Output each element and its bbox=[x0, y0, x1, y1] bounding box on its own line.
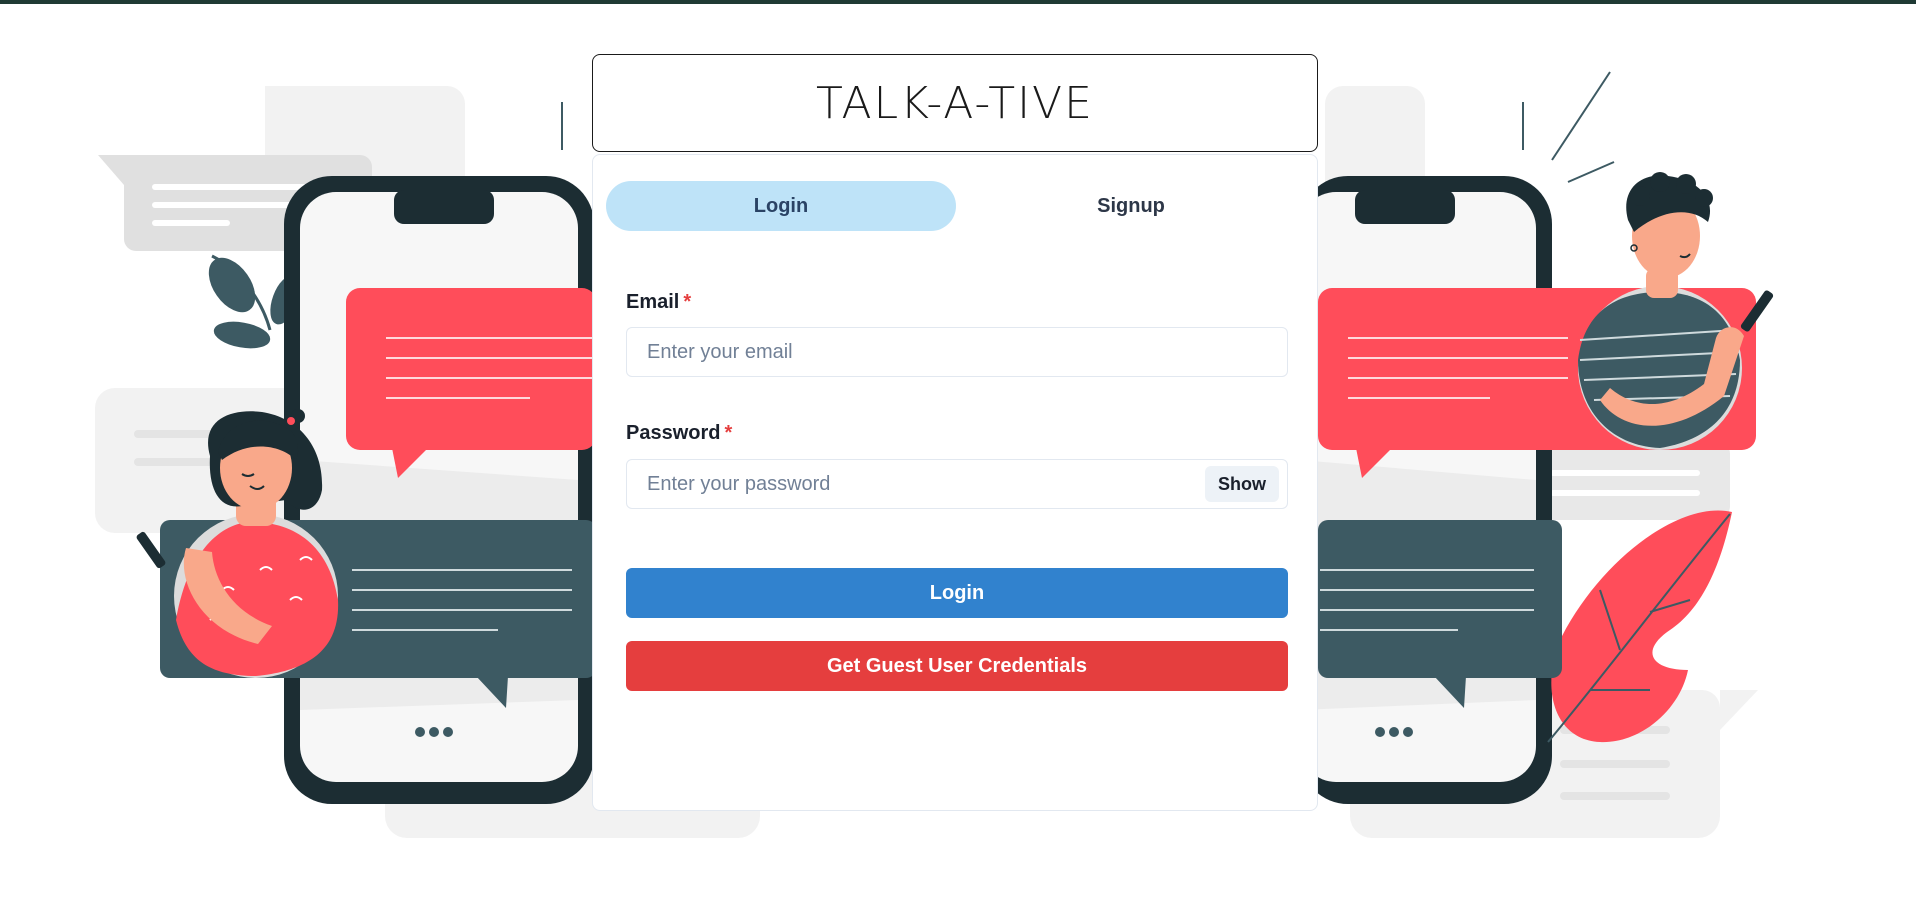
email-field[interactable] bbox=[626, 327, 1288, 377]
tab-login[interactable]: Login bbox=[606, 181, 956, 231]
auth-tabs: Login Signup bbox=[606, 181, 1306, 231]
password-field[interactable] bbox=[626, 459, 1288, 509]
email-label-text: Email bbox=[626, 291, 680, 313]
app-title: TALK-A-TIVE bbox=[816, 77, 1094, 129]
app-title-box: TALK-A-TIVE bbox=[592, 54, 1318, 152]
email-required-marker: * bbox=[683, 291, 692, 313]
tab-signup[interactable]: Signup bbox=[956, 181, 1306, 231]
left-phone bbox=[284, 176, 594, 804]
left-red-bubble bbox=[346, 288, 596, 478]
password-required-marker: * bbox=[724, 422, 733, 444]
right-phone bbox=[1300, 176, 1552, 804]
show-password-button[interactable]: Show bbox=[1205, 466, 1279, 502]
login-button[interactable]: Login bbox=[626, 568, 1288, 618]
auth-card: Login Signup Email* Password* Show Login… bbox=[592, 154, 1318, 811]
email-label: Email * bbox=[626, 291, 691, 314]
password-label-text: Password bbox=[626, 422, 721, 444]
guest-credentials-button[interactable]: Get Guest User Credentials bbox=[626, 641, 1288, 691]
password-label: Password * bbox=[626, 422, 732, 445]
